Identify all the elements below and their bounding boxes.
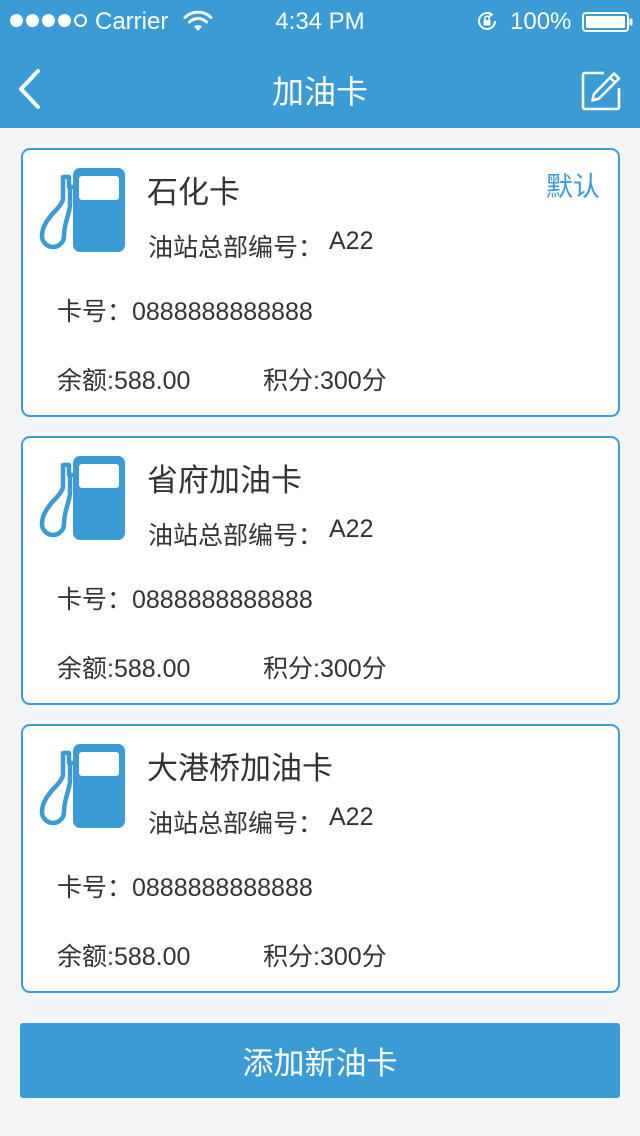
battery-icon [582, 12, 633, 32]
card-number: 卡号：0888888888888 [57, 298, 313, 326]
fuel-pump-icon [39, 456, 125, 540]
status-bar: Carrier 4:34 PM 100% [0, 0, 640, 40]
fuel-card[interactable]: 大港桥加油卡 油站总部编号： A22 卡号：0888888888888 余额:5… [21, 724, 620, 993]
station-label: 油站总部编号： [148, 810, 324, 838]
card-balance: 余额:588.00 [57, 655, 191, 683]
station-label: 油站总部编号： [148, 234, 324, 262]
orientation-lock-icon [478, 11, 497, 30]
card-number: 卡号：0888888888888 [57, 586, 313, 614]
battery-percent: 100% [510, 8, 572, 35]
fuel-pump-icon [39, 168, 125, 252]
station-code: A22 [329, 803, 374, 831]
edit-button[interactable] [580, 70, 622, 112]
add-new-card-button[interactable]: 添加新油卡 [20, 1023, 620, 1098]
card-name: 石化卡 [147, 175, 240, 210]
card-name: 省府加油卡 [147, 463, 302, 498]
fuel-pump-icon [39, 744, 125, 828]
edit-icon [581, 71, 621, 111]
station-code: A22 [329, 227, 374, 255]
station-label: 油站总部编号： [148, 522, 324, 550]
page-title: 加油卡 [271, 74, 368, 110]
fuel-card[interactable]: 省府加油卡 油站总部编号： A22 卡号：0888888888888 余额:58… [21, 436, 620, 705]
station-code: A22 [329, 515, 374, 543]
card-points: 积分:300分 [263, 655, 387, 683]
card-balance: 余额:588.00 [57, 367, 191, 395]
card-number: 卡号：0888888888888 [57, 874, 313, 902]
header: Carrier 4:34 PM 100% 加油卡 [0, 0, 640, 128]
card-points: 积分:300分 [263, 943, 387, 971]
card-balance: 余额:588.00 [57, 943, 191, 971]
card-name: 大港桥加油卡 [147, 751, 333, 786]
default-badge[interactable]: 默认 [546, 165, 600, 204]
card-points: 积分:300分 [263, 367, 387, 395]
nav-bar: 加油卡 [0, 40, 640, 128]
fuel-card[interactable]: 石化卡 默认 油站总部编号： A22 卡号：0888888888888 余额:5… [21, 148, 620, 417]
